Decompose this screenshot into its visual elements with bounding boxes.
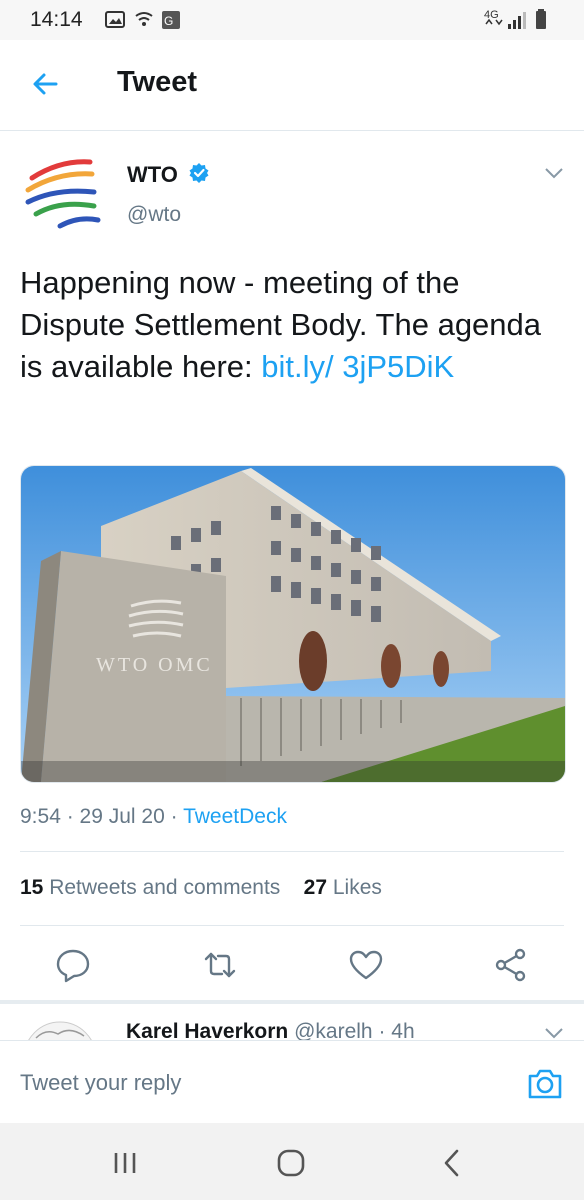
divider [20,851,564,852]
page-title: Tweet [117,66,198,98]
back-icon[interactable] [433,1143,473,1183]
system-nav-bar [0,1123,584,1200]
recent-apps-icon[interactable] [105,1143,145,1183]
notification-icons: G [105,11,180,29]
camera-icon[interactable] [525,1063,565,1103]
reply-time: 4h [391,1020,415,1040]
reply-author-name: Karel Haverkorn [126,1020,289,1040]
reply-composer [0,1040,584,1124]
retweets-count: 15 [20,876,44,899]
likes-count: 27 [303,876,328,899]
likes-label: Likes [332,876,382,899]
author-handle[interactable]: @wto [127,203,181,227]
retweet-icon[interactable] [200,945,240,985]
app-header: Tweet [0,40,584,131]
reply-input[interactable] [20,1063,500,1103]
svg-text:4G: 4G [484,9,499,21]
reply-author-handle: @karelh [294,1020,373,1040]
tweet-media-image[interactable]: WTO OMC [20,465,566,783]
reply-avatar[interactable] [22,1020,98,1040]
tweet-time: 9:54 [20,805,61,828]
retweets-label: Retweets and comments [49,876,281,899]
avatar[interactable] [20,150,110,240]
tweet-text: Happening now - meeting of the Dispute S… [20,262,560,388]
signal-battery-icons: 4G [484,9,546,29]
tweet-meta: 9:54 · 29 Jul 20 · TweetDeck [20,805,287,828]
back-arrow-icon[interactable] [30,68,62,100]
retweets-stat[interactable]: 15 Retweets and comments [20,876,280,899]
tweet-stats: 15 Retweets and comments 27 Likes [20,876,382,900]
home-icon[interactable] [271,1143,311,1183]
chevron-down-icon[interactable] [543,1026,565,1040]
svg-text:G: G [164,14,173,28]
like-heart-icon[interactable] [346,945,386,985]
section-separator [0,1000,584,1004]
reply-icon[interactable] [53,945,93,985]
likes-stat[interactable]: 27 Likes [304,876,382,899]
sign-text: WTO OMC [96,654,213,676]
status-time: 14:14 [30,8,83,31]
verified-badge-icon [188,162,210,184]
divider [20,925,564,926]
tweet-date: 29 Jul 20 [79,805,165,828]
status-bar: 14:14 G 4G [0,0,584,40]
status-system-icons: 4G [484,6,554,39]
tweet-link[interactable]: bit.ly/ 3jP5DiK [261,349,454,384]
chevron-down-icon[interactable] [543,165,565,181]
reply-preview[interactable]: Karel Haverkorn @karelh · 4h [126,1020,415,1040]
share-icon[interactable] [491,945,531,985]
status-notification-icons: G [104,8,184,37]
tweet-source[interactable]: TweetDeck [183,805,287,828]
author-name[interactable]: WTO [127,162,178,188]
